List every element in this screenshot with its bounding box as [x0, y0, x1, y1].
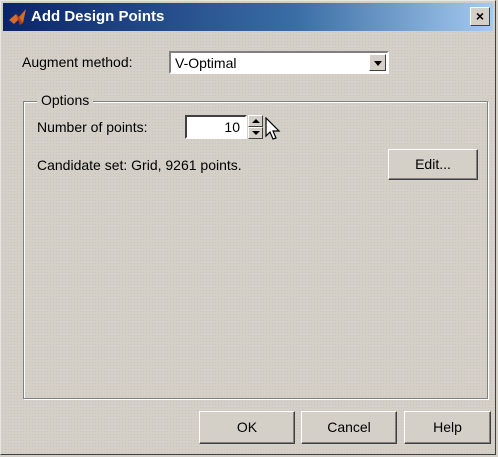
number-of-points-label: Number of points:: [37, 119, 148, 135]
spin-down-icon[interactable]: [248, 127, 263, 139]
close-button[interactable]: ×: [470, 7, 490, 26]
number-of-points-spinner[interactable]: [248, 115, 263, 139]
title-bar[interactable]: Add Design Points ×: [3, 3, 493, 31]
augment-method-select[interactable]: V-Optimal: [169, 51, 389, 74]
edit-button[interactable]: Edit...: [388, 149, 478, 180]
add-design-points-dialog: Add Design Points × Augment method: V-Op…: [0, 0, 496, 455]
ok-button[interactable]: OK: [199, 411, 295, 444]
matlab-logo-icon: [9, 9, 26, 25]
mouse-pointer-icon: [265, 117, 281, 140]
options-group-title: Options: [37, 92, 94, 108]
candidate-set-text: Candidate set: Grid, 9261 points.: [37, 157, 242, 173]
number-of-points-input[interactable]: 10: [185, 115, 247, 139]
augment-method-label: Augment method:: [22, 54, 133, 70]
options-groupbox: [23, 101, 488, 399]
chevron-down-icon[interactable]: [369, 54, 386, 71]
spin-up-icon[interactable]: [248, 115, 263, 127]
help-button[interactable]: Help: [404, 411, 491, 444]
dialog-title: Add Design Points: [31, 8, 165, 25]
augment-method-value: V-Optimal: [175, 55, 237, 71]
cancel-button[interactable]: Cancel: [301, 411, 397, 444]
close-icon: ×: [475, 8, 485, 24]
